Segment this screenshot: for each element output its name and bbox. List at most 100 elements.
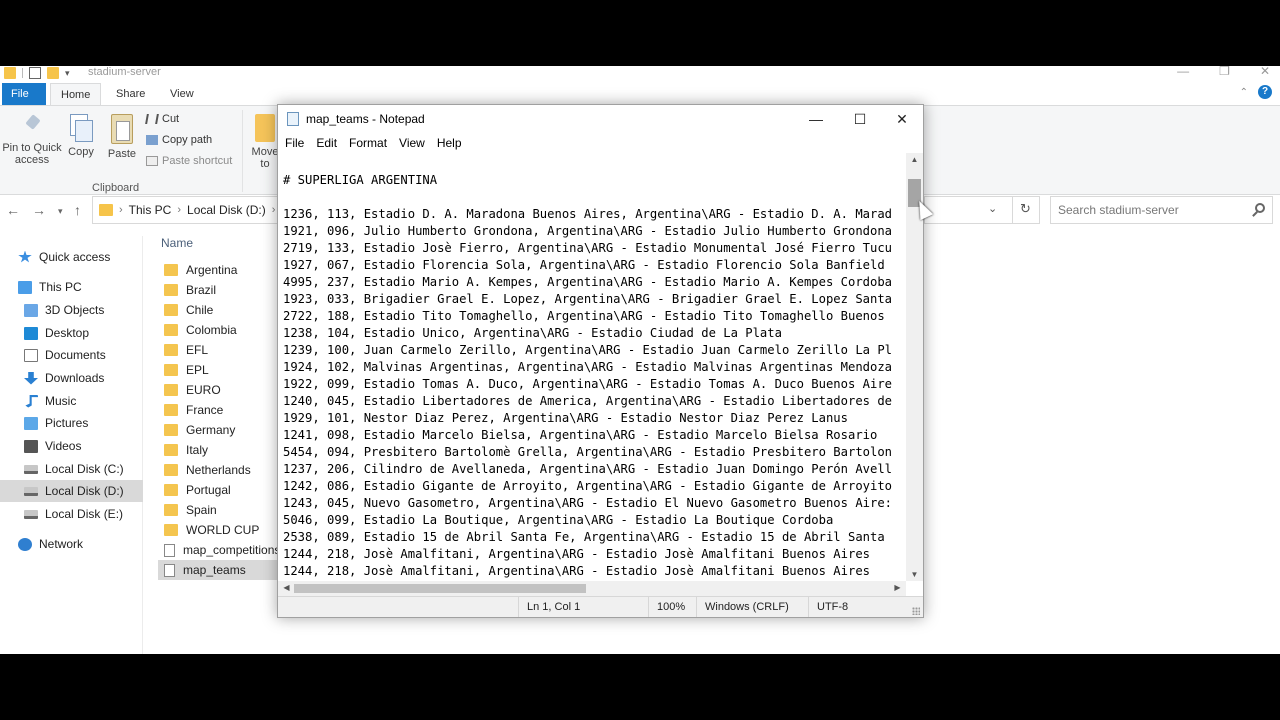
quick-access-toolbar: ▾ bbox=[4, 66, 70, 80]
list-item[interactable]: Germany bbox=[158, 420, 278, 440]
refresh-icon[interactable]: ↻ bbox=[1012, 196, 1038, 224]
nav-label: Documents bbox=[45, 348, 106, 362]
search-icon[interactable] bbox=[1255, 203, 1265, 213]
nav-3d-objects[interactable]: 3D Objects bbox=[0, 299, 143, 321]
minimize-icon[interactable]: — bbox=[794, 105, 838, 133]
column-header-name[interactable]: Name bbox=[161, 236, 193, 250]
list-item[interactable]: map_competitions bbox=[158, 540, 278, 560]
copy-button[interactable]: Copy bbox=[66, 114, 96, 158]
nav-documents[interactable]: Documents bbox=[0, 344, 143, 366]
move-to-button[interactable]: Move to bbox=[250, 114, 280, 170]
drive-icon bbox=[24, 509, 38, 519]
properties-icon[interactable] bbox=[29, 67, 41, 79]
explorer-titlebar: ▾ stadium-server — ❐ ✕ bbox=[0, 66, 1280, 80]
list-item[interactable]: EFL bbox=[158, 340, 278, 360]
chevron-right-icon[interactable]: › bbox=[272, 204, 276, 216]
pin-to-quick-access-button[interactable]: Pin to Quick access bbox=[2, 114, 62, 166]
list-item[interactable]: EURO bbox=[158, 380, 278, 400]
nav-network[interactable]: Network bbox=[0, 533, 143, 555]
menu-help[interactable]: Help bbox=[431, 133, 468, 153]
tab-view[interactable]: View bbox=[160, 83, 204, 105]
back-arrow-icon[interactable]: ← bbox=[6, 202, 20, 218]
text-line bbox=[280, 155, 908, 172]
customize-toolbar-icon[interactable]: ▾ bbox=[65, 68, 70, 79]
address-dropdown-icon[interactable]: ⌄ bbox=[988, 202, 997, 215]
cut-button[interactable]: Cut bbox=[145, 113, 179, 125]
text-line: # SUPERLIGA ARGENTINA bbox=[283, 173, 438, 187]
tab-share[interactable]: Share bbox=[106, 83, 155, 105]
nav-quick-access[interactable]: Quick access bbox=[0, 246, 143, 268]
recent-locations-icon[interactable]: ▾ bbox=[58, 206, 63, 217]
navigation-pane: Quick access This PC 3D Objects Desktop … bbox=[0, 236, 143, 654]
list-item[interactable]: Spain bbox=[158, 500, 278, 520]
file-name: Netherlands bbox=[186, 463, 251, 477]
horizontal-scrollbar[interactable]: ◀ ▶ bbox=[278, 581, 906, 596]
list-item[interactable]: EPL bbox=[158, 360, 278, 380]
nav-this-pc[interactable]: This PC bbox=[0, 276, 143, 298]
list-item[interactable]: map_teams bbox=[158, 560, 278, 580]
close-icon[interactable]: ✕ bbox=[880, 105, 923, 133]
tab-file[interactable]: File bbox=[2, 83, 46, 105]
chevron-right-icon[interactable]: › bbox=[177, 204, 181, 216]
nav-local-disk-e[interactable]: Local Disk (E:) bbox=[0, 503, 143, 525]
nav-pictures[interactable]: Pictures bbox=[0, 412, 143, 434]
folder-icon bbox=[164, 504, 178, 516]
minimize-icon[interactable]: — bbox=[1177, 66, 1189, 78]
clipboard-group-label: Clipboard bbox=[92, 182, 140, 194]
text-editor[interactable]: # SUPERLIGA ARGENTINA 1236, 113, Estadio … bbox=[280, 155, 908, 579]
scroll-down-icon[interactable]: ▼ bbox=[906, 570, 923, 579]
ribbon-help-area: ⌃ ? bbox=[1240, 85, 1272, 99]
list-item[interactable]: WORLD CUP bbox=[158, 520, 278, 540]
search-input[interactable]: Search stadium-server bbox=[1050, 196, 1273, 224]
address-bar[interactable]: › This PC › Local Disk (D:) › bbox=[92, 196, 278, 224]
maximize-icon[interactable]: ❐ bbox=[1219, 66, 1230, 78]
download-icon bbox=[24, 371, 38, 385]
tab-home[interactable]: Home bbox=[50, 83, 102, 106]
up-arrow-icon[interactable]: ↑ bbox=[74, 202, 81, 218]
menu-edit[interactable]: Edit bbox=[310, 133, 343, 153]
nav-music[interactable]: Music bbox=[0, 390, 143, 412]
resize-grip-icon[interactable] bbox=[912, 607, 920, 615]
file-name: Italy bbox=[186, 443, 209, 457]
list-item[interactable]: Argentina bbox=[158, 260, 278, 280]
paste-shortcut-button[interactable]: Paste shortcut bbox=[146, 155, 232, 167]
nav-label: Local Disk (C:) bbox=[45, 462, 124, 476]
nav-local-disk-d[interactable]: Local Disk (D:) bbox=[0, 480, 143, 502]
collapse-ribbon-icon[interactable]: ⌃ bbox=[1240, 87, 1248, 98]
nav-local-disk-c[interactable]: Local Disk (C:) bbox=[0, 458, 143, 480]
pin-icon bbox=[22, 114, 42, 138]
nav-videos[interactable]: Videos bbox=[0, 435, 143, 457]
list-item[interactable]: Portugal bbox=[158, 480, 278, 500]
breadcrumb-this-pc[interactable]: This PC bbox=[129, 203, 172, 217]
chevron-right-icon[interactable]: › bbox=[119, 204, 123, 216]
notepad-titlebar[interactable]: map_teams - Notepad — ☐ ✕ bbox=[278, 105, 923, 133]
list-item[interactable]: Chile bbox=[158, 300, 278, 320]
nav-label: 3D Objects bbox=[45, 303, 105, 317]
forward-arrow-icon[interactable]: → bbox=[32, 202, 46, 218]
nav-desktop[interactable]: Desktop bbox=[0, 322, 143, 344]
new-folder-icon[interactable] bbox=[47, 67, 59, 79]
folder-icon bbox=[164, 344, 178, 356]
close-icon[interactable]: ✕ bbox=[1260, 66, 1270, 78]
maximize-icon[interactable]: ☐ bbox=[838, 105, 882, 133]
list-item[interactable]: Colombia bbox=[158, 320, 278, 340]
menu-file[interactable]: File bbox=[279, 133, 310, 153]
scroll-up-icon[interactable]: ▲ bbox=[906, 155, 923, 164]
notepad-icon bbox=[287, 112, 299, 126]
menu-format[interactable]: Format bbox=[343, 133, 393, 153]
nav-downloads[interactable]: Downloads bbox=[0, 367, 143, 389]
horizontal-scroll-thumb[interactable] bbox=[294, 584, 586, 593]
list-item[interactable]: Italy bbox=[158, 440, 278, 460]
list-item[interactable]: Brazil bbox=[158, 280, 278, 300]
menu-view[interactable]: View bbox=[393, 133, 431, 153]
paste-button[interactable]: Paste bbox=[106, 114, 138, 160]
scroll-left-icon[interactable]: ◀ bbox=[278, 583, 295, 592]
copy-path-button[interactable]: Copy path bbox=[146, 134, 212, 146]
help-icon[interactable]: ? bbox=[1258, 85, 1272, 99]
list-item[interactable]: France bbox=[158, 400, 278, 420]
ribbon-divider bbox=[242, 110, 243, 192]
breadcrumb-local-disk[interactable]: Local Disk (D:) bbox=[187, 203, 266, 217]
notepad-window: map_teams - Notepad — ☐ ✕ File Edit Form… bbox=[277, 104, 924, 618]
list-item[interactable]: Netherlands bbox=[158, 460, 278, 480]
scroll-right-icon[interactable]: ▶ bbox=[889, 583, 906, 592]
